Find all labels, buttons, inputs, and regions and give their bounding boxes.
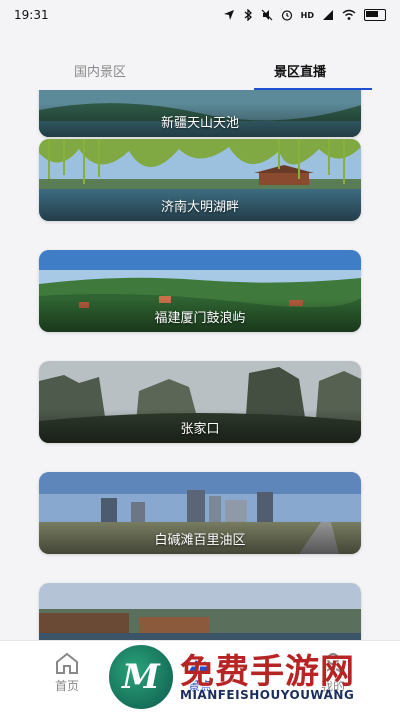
status-icons: HD (223, 9, 386, 21)
home-icon (56, 652, 78, 674)
scenic-card-title: 白碱滩百里油区 (154, 533, 246, 548)
signal-icon (323, 10, 333, 20)
scenic-card-title: 福建厦门鼓浪屿 (154, 311, 246, 326)
scenic-card-daming-lake[interactable]: 济南大明湖畔 (39, 139, 361, 221)
nav-home-label: 首页 (54, 679, 79, 693)
status-bar: 19:31 HD (0, 0, 400, 30)
wifi-icon (342, 9, 356, 20)
alarm-icon (281, 10, 292, 21)
scenic-card-gulangyu[interactable]: 福建厦门鼓浪屿 (39, 250, 361, 332)
nav-home[interactable]: 首页 (32, 651, 102, 694)
tab-bar: 国内景区 景区直播 (0, 56, 400, 90)
scenic-card-title: 张家口 (180, 422, 220, 437)
watermark-logo-icon: M (106, 642, 176, 712)
scenic-card-tianshan[interactable]: 新疆天山天池 (39, 90, 361, 137)
site-watermark: M 免费手游网 MIANFEISHOUYOUWANG (100, 640, 400, 712)
scenic-card-baijiantan[interactable]: 白碱滩百里油区 (39, 472, 361, 554)
watermark-title: 免费手游网 (180, 652, 355, 692)
scenic-image (39, 583, 361, 640)
scenic-card-partial[interactable] (39, 583, 361, 640)
scenic-card-zhangjiakou[interactable]: 张家口 (39, 361, 361, 443)
status-time: 19:31 (14, 8, 49, 22)
tab-scenic-live[interactable]: 景区直播 (200, 56, 400, 90)
mute-icon (261, 9, 273, 21)
watermark-subtitle: MIANFEISHOUYOUWANG (180, 688, 355, 702)
bluetooth-icon (244, 9, 252, 21)
tab-domestic-scenic[interactable]: 国内景区 (0, 56, 200, 90)
scenic-list[interactable]: 新疆天山天池 济南大明湖畔 福建厦门鼓浪屿 张家口 白碱滩百里油区 (0, 90, 400, 640)
navigation-icon (223, 10, 234, 20)
scenic-card-title: 新疆天山天池 (160, 116, 239, 131)
battery-icon (364, 9, 386, 21)
scenic-card-title: 济南大明湖畔 (160, 200, 239, 215)
network-label: HD (300, 10, 314, 20)
